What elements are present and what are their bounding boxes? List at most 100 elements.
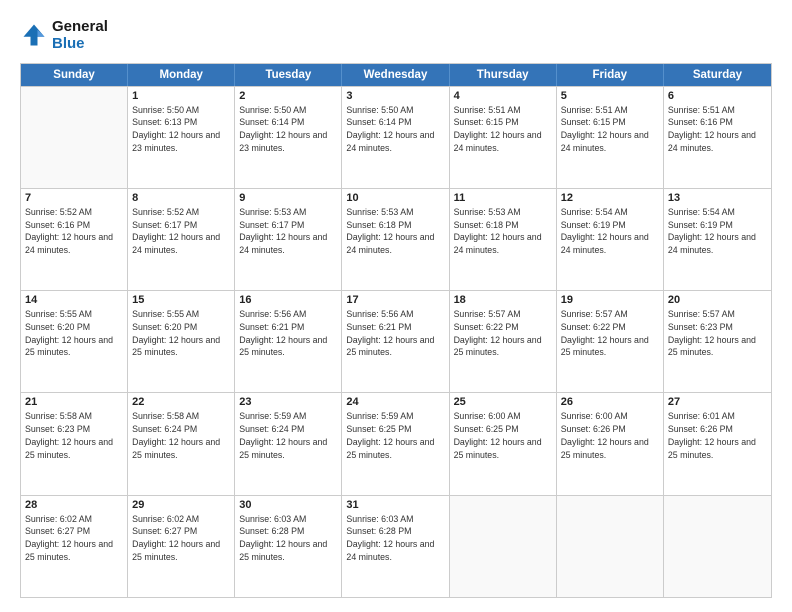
day-number: 21 <box>25 396 123 408</box>
calendar-header: SundayMondayTuesdayWednesdayThursdayFrid… <box>21 64 771 86</box>
cell-info: Sunrise: 5:58 AM Sunset: 6:24 PM Dayligh… <box>132 410 230 461</box>
day-cell-12: 12Sunrise: 5:54 AM Sunset: 6:19 PM Dayli… <box>557 189 664 290</box>
cell-info: Sunrise: 5:57 AM Sunset: 6:22 PM Dayligh… <box>454 308 552 359</box>
day-cell-6: 6 Sunrise: 5:51 AM Sunset: 6:16 PM Daylig… <box>664 87 771 188</box>
day-number: 19 <box>561 294 659 306</box>
day-cell-15: 15 Sunrise: 5:55 AM Sunset: 6:20 PM Dayli… <box>128 291 235 392</box>
calendar-row-2: 14 Sunrise: 5:55 AM Sunset: 6:20 PM Dayli… <box>21 290 771 392</box>
day-cell-5: 5 Sunrise: 5:51 AM Sunset: 6:15 PM Daylig… <box>557 87 664 188</box>
day-cell-11: 11 Sunrise: 5:53 AM Sunset: 6:18 PM Dayli… <box>450 189 557 290</box>
day-number: 13 <box>668 192 767 204</box>
day-number: 3 <box>346 90 444 102</box>
day-number: 29 <box>132 499 230 511</box>
cell-info: Sunrise: 5:50 AM Sunset: 6:14 PM Dayligh… <box>239 104 337 155</box>
cell-info: Sunrise: 6:03 AM Sunset: 6:28 PM Dayligh… <box>239 513 337 564</box>
day-cell-14: 14Sunrise: 5:55 AM Sunset: 6:20 PM Dayli… <box>21 291 128 392</box>
day-number: 24 <box>346 396 444 408</box>
day-cell-30: 30Sunrise: 6:03 AM Sunset: 6:28 PM Dayli… <box>235 496 342 597</box>
cell-info: Sunrise: 5:54 AM Sunset: 6:19 PM Dayligh… <box>668 206 767 257</box>
day-number: 5 <box>561 90 659 102</box>
calendar-body: 1 Sunrise: 5:50 AM Sunset: 6:13 PM Daylig… <box>21 86 771 598</box>
cell-info: Sunrise: 6:00 AM Sunset: 6:25 PM Dayligh… <box>454 410 552 461</box>
day-number: 4 <box>454 90 552 102</box>
day-cell-2: 2 Sunrise: 5:50 AM Sunset: 6:14 PM Daylig… <box>235 87 342 188</box>
header-cell-monday: Monday <box>128 64 235 86</box>
cell-info: Sunrise: 5:55 AM Sunset: 6:20 PM Dayligh… <box>132 308 230 359</box>
cell-info: Sunrise: 6:00 AM Sunset: 6:26 PM Dayligh… <box>561 410 659 461</box>
day-number: 23 <box>239 396 337 408</box>
header-cell-tuesday: Tuesday <box>235 64 342 86</box>
day-number: 2 <box>239 90 337 102</box>
day-cell-10: 10Sunrise: 5:53 AM Sunset: 6:18 PM Dayli… <box>342 189 449 290</box>
day-number: 14 <box>25 294 123 306</box>
day-number: 11 <box>454 192 552 204</box>
day-number: 28 <box>25 499 123 511</box>
cell-info: Sunrise: 5:52 AM Sunset: 6:17 PM Dayligh… <box>132 206 230 257</box>
cell-info: Sunrise: 5:53 AM Sunset: 6:17 PM Dayligh… <box>239 206 337 257</box>
day-cell-25: 25 Sunrise: 6:00 AM Sunset: 6:25 PM Dayli… <box>450 393 557 494</box>
day-cell-27: 27 Sunrise: 6:01 AM Sunset: 6:26 PM Dayli… <box>664 393 771 494</box>
logo-icon <box>20 21 48 49</box>
header: General Blue <box>20 18 772 53</box>
day-number: 25 <box>454 396 552 408</box>
cell-info: Sunrise: 5:59 AM Sunset: 6:24 PM Dayligh… <box>239 410 337 461</box>
cell-info: Sunrise: 6:03 AM Sunset: 6:28 PM Dayligh… <box>346 513 444 564</box>
day-cell-29: 29Sunrise: 6:02 AM Sunset: 6:27 PM Dayli… <box>128 496 235 597</box>
day-cell-8: 8 Sunrise: 5:52 AM Sunset: 6:17 PM Daylig… <box>128 189 235 290</box>
day-cell-22: 22 Sunrise: 5:58 AM Sunset: 6:24 PM Dayli… <box>128 393 235 494</box>
cell-info: Sunrise: 5:58 AM Sunset: 6:23 PM Dayligh… <box>25 410 123 461</box>
header-cell-friday: Friday <box>557 64 664 86</box>
day-cell-19: 19 Sunrise: 5:57 AM Sunset: 6:22 PM Dayli… <box>557 291 664 392</box>
day-number: 18 <box>454 294 552 306</box>
calendar: SundayMondayTuesdayWednesdayThursdayFrid… <box>20 63 772 599</box>
day-number: 26 <box>561 396 659 408</box>
cell-info: Sunrise: 5:51 AM Sunset: 6:16 PM Dayligh… <box>668 104 767 155</box>
day-cell-24: 24 Sunrise: 5:59 AM Sunset: 6:25 PM Dayli… <box>342 393 449 494</box>
empty-cell-0-0 <box>21 87 128 188</box>
logo-line1: General <box>52 18 108 35</box>
day-cell-17: 17 Sunrise: 5:56 AM Sunset: 6:21 PM Dayli… <box>342 291 449 392</box>
header-cell-sunday: Sunday <box>21 64 128 86</box>
day-number: 10 <box>346 192 444 204</box>
cell-info: Sunrise: 5:52 AM Sunset: 6:16 PM Dayligh… <box>25 206 123 257</box>
calendar-row-3: 21 Sunrise: 5:58 AM Sunset: 6:23 PM Dayli… <box>21 392 771 494</box>
day-cell-3: 3Sunrise: 5:50 AM Sunset: 6:14 PM Daylig… <box>342 87 449 188</box>
cell-info: Sunrise: 5:57 AM Sunset: 6:23 PM Dayligh… <box>668 308 767 359</box>
day-number: 12 <box>561 192 659 204</box>
cell-info: Sunrise: 5:57 AM Sunset: 6:22 PM Dayligh… <box>561 308 659 359</box>
calendar-row-1: 7Sunrise: 5:52 AM Sunset: 6:16 PM Daylig… <box>21 188 771 290</box>
day-number: 20 <box>668 294 767 306</box>
logo-line2: Blue <box>52 35 108 52</box>
day-cell-9: 9 Sunrise: 5:53 AM Sunset: 6:17 PM Daylig… <box>235 189 342 290</box>
day-number: 27 <box>668 396 767 408</box>
day-number: 31 <box>346 499 444 511</box>
day-cell-20: 20 Sunrise: 5:57 AM Sunset: 6:23 PM Dayli… <box>664 291 771 392</box>
empty-cell-4-6 <box>664 496 771 597</box>
page: General Blue SundayMondayTuesdayWednesda… <box>0 0 792 612</box>
day-cell-28: 28 Sunrise: 6:02 AM Sunset: 6:27 PM Dayli… <box>21 496 128 597</box>
day-number: 8 <box>132 192 230 204</box>
cell-info: Sunrise: 5:50 AM Sunset: 6:13 PM Dayligh… <box>132 104 230 155</box>
cell-info: Sunrise: 6:01 AM Sunset: 6:26 PM Dayligh… <box>668 410 767 461</box>
day-cell-1: 1 Sunrise: 5:50 AM Sunset: 6:13 PM Daylig… <box>128 87 235 188</box>
cell-info: Sunrise: 5:53 AM Sunset: 6:18 PM Dayligh… <box>454 206 552 257</box>
day-number: 17 <box>346 294 444 306</box>
empty-cell-4-5 <box>557 496 664 597</box>
day-cell-21: 21 Sunrise: 5:58 AM Sunset: 6:23 PM Dayli… <box>21 393 128 494</box>
day-number: 15 <box>132 294 230 306</box>
day-cell-16: 16Sunrise: 5:56 AM Sunset: 6:21 PM Dayli… <box>235 291 342 392</box>
day-cell-13: 13 Sunrise: 5:54 AM Sunset: 6:19 PM Dayli… <box>664 189 771 290</box>
cell-info: Sunrise: 5:59 AM Sunset: 6:25 PM Dayligh… <box>346 410 444 461</box>
day-cell-7: 7Sunrise: 5:52 AM Sunset: 6:16 PM Daylig… <box>21 189 128 290</box>
day-cell-23: 23 Sunrise: 5:59 AM Sunset: 6:24 PM Dayli… <box>235 393 342 494</box>
day-number: 16 <box>239 294 337 306</box>
day-number: 22 <box>132 396 230 408</box>
empty-cell-4-4 <box>450 496 557 597</box>
day-number: 6 <box>668 90 767 102</box>
day-number: 9 <box>239 192 337 204</box>
cell-info: Sunrise: 5:51 AM Sunset: 6:15 PM Dayligh… <box>561 104 659 155</box>
cell-info: Sunrise: 5:56 AM Sunset: 6:21 PM Dayligh… <box>346 308 444 359</box>
cell-info: Sunrise: 6:02 AM Sunset: 6:27 PM Dayligh… <box>25 513 123 564</box>
day-number: 1 <box>132 90 230 102</box>
day-cell-4: 4Sunrise: 5:51 AM Sunset: 6:15 PM Daylig… <box>450 87 557 188</box>
